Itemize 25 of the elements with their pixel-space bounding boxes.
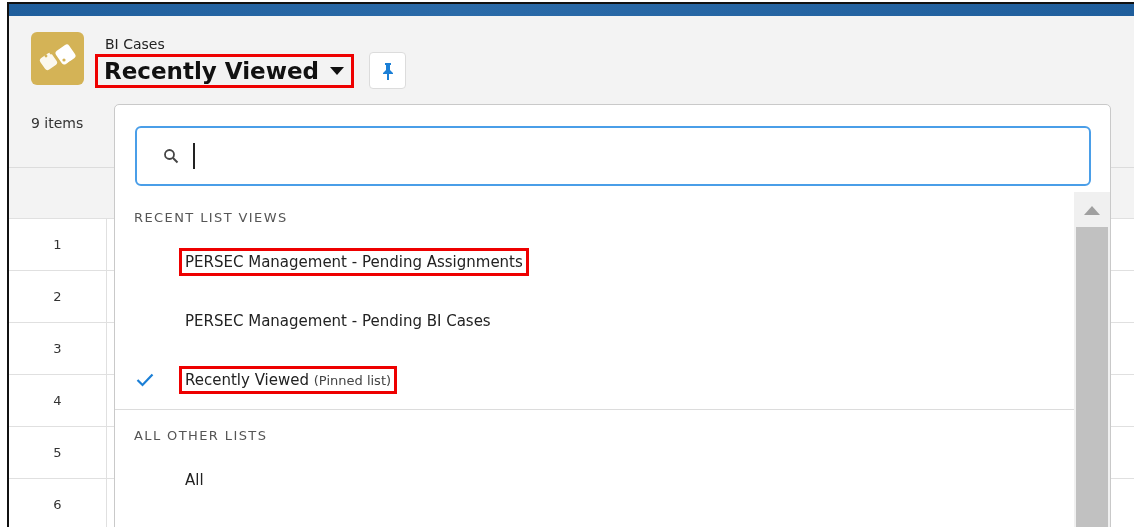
section-heading: ALL OTHER LISTS bbox=[133, 427, 269, 445]
item-count: 9 items bbox=[31, 115, 84, 131]
pin-icon bbox=[381, 61, 394, 80]
row-number: 5 bbox=[9, 427, 107, 478]
caret-icon bbox=[329, 65, 345, 76]
scroll-up-icon bbox=[1084, 206, 1100, 215]
text-cursor bbox=[193, 143, 195, 169]
list-view-option[interactable]: PERSEC Management - Pending BI Cases bbox=[182, 309, 494, 332]
pin-button[interactable] bbox=[369, 52, 406, 89]
object-label: BI Cases bbox=[105, 36, 166, 52]
scrollbar-thumb[interactable] bbox=[1076, 227, 1108, 527]
list-view-option[interactable]: All bbox=[182, 468, 207, 491]
list-view-option[interactable]: Recently Viewed (Pinned list) bbox=[182, 368, 395, 391]
row-number: 6 bbox=[9, 479, 107, 527]
list-view-selector[interactable]: Recently Viewed bbox=[98, 56, 351, 85]
section-heading: RECENT LIST VIEWS bbox=[133, 209, 289, 227]
scrollbar[interactable] bbox=[1074, 192, 1110, 527]
list-view-option[interactable]: PERSEC Management - Pending Assignments bbox=[182, 250, 526, 273]
row-number: 3 bbox=[9, 323, 107, 374]
search-icon bbox=[163, 148, 179, 164]
row-number: 1 bbox=[9, 219, 107, 270]
row-number: 2 bbox=[9, 271, 107, 322]
search-field[interactable] bbox=[135, 126, 1091, 186]
row-number: 4 bbox=[9, 375, 107, 426]
dice-icon bbox=[31, 32, 84, 85]
